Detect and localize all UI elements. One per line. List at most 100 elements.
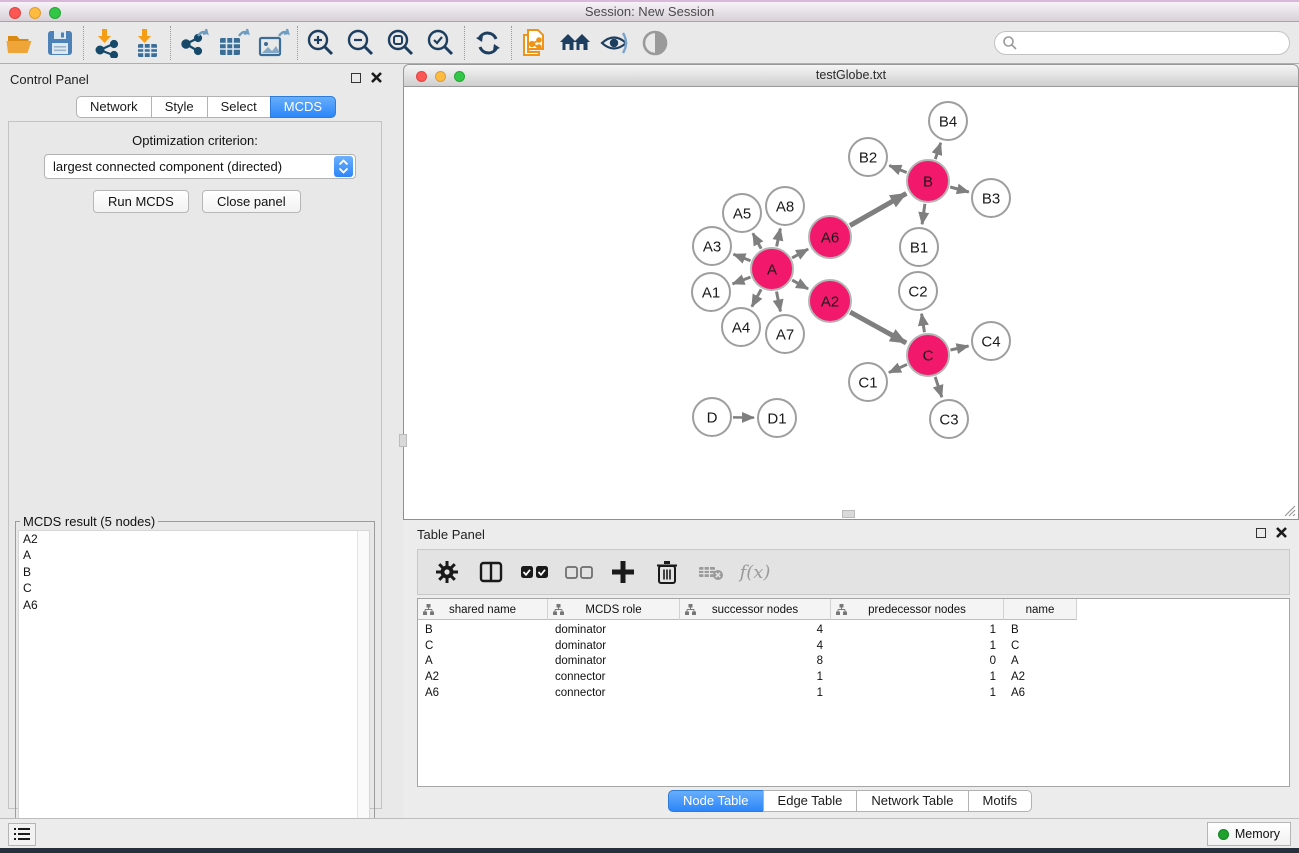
network-close-icon[interactable] [416,71,427,82]
node-table[interactable]: shared nameMCDS rolesuccessor nodesprede… [417,598,1290,787]
table-cell[interactable]: dominator [548,640,680,652]
tab-motifs[interactable]: Motifs [968,790,1033,812]
result-item[interactable]: A [19,548,369,565]
mcds-result-list[interactable]: A2ABCA6 [18,530,370,852]
table-cell[interactable]: A6 [1004,687,1077,699]
show-columns-button[interactable] [474,555,508,589]
resize-grip-icon[interactable] [1282,503,1296,517]
graph-edge-B-B1[interactable] [922,204,925,224]
task-history-button[interactable] [8,823,36,846]
table-cell[interactable]: A [418,655,548,667]
graph-edge-C-C2[interactable] [922,314,925,333]
float-panel-icon[interactable] [1256,528,1266,538]
graph-edge-A6-B[interactable] [850,193,906,225]
graph-edge-A-A3[interactable] [733,254,750,261]
graph-edge-A-A7[interactable] [777,292,781,312]
graph-edge-A-A5[interactable] [753,233,761,248]
table-cell[interactable]: 0 [831,655,1004,667]
table-row[interactable]: Bdominator41B [418,622,1289,638]
graph-edge-A-A6[interactable] [792,249,808,258]
result-item[interactable]: A6 [19,597,369,614]
network-graph[interactable]: B4B2BB3A8A5A6A3B1AC2A1A2A4A7C4CC1C3DD1 [404,87,1298,518]
table-cell[interactable]: 4 [680,624,831,636]
column-header-successor-nodes[interactable]: successor nodes [680,599,831,620]
result-item[interactable]: B [19,564,369,581]
memory-button[interactable]: Memory [1207,822,1291,846]
network-minimize-icon[interactable] [435,71,446,82]
import-network-button[interactable] [87,25,127,61]
graph-edge-A2-C[interactable] [850,312,906,343]
home-button[interactable] [555,25,595,61]
table-cell[interactable]: C [418,640,548,652]
zoom-selected-button[interactable] [421,25,461,61]
table-cell[interactable]: C [1004,640,1077,652]
graph-edge-A-A8[interactable] [777,229,781,247]
delete-table-button[interactable] [694,555,728,589]
close-panel-icon[interactable] [371,72,382,83]
maximize-window-icon[interactable] [49,7,61,19]
tab-node-table[interactable]: Node Table [668,790,764,812]
table-cell[interactable]: A2 [1004,671,1077,683]
graph-edge-C-C4[interactable] [950,346,968,350]
table-cell[interactable]: dominator [548,624,680,636]
clone-network-button[interactable] [515,25,555,61]
tab-network-table[interactable]: Network Table [856,790,968,812]
table-cell[interactable]: B [1004,624,1077,636]
table-cell[interactable]: 1 [831,671,1004,683]
import-table-button[interactable] [127,25,167,61]
table-cell[interactable]: 1 [831,640,1004,652]
refresh-view-button[interactable] [468,25,508,61]
table-cell[interactable]: dominator [548,655,680,667]
graph-edge-A-A2[interactable] [792,280,808,289]
table-options-button[interactable] [430,555,464,589]
network-maximize-icon[interactable] [454,71,465,82]
column-header-predecessor-nodes[interactable]: predecessor nodes [831,599,1004,620]
table-cell[interactable]: 1 [831,624,1004,636]
splitter-handle[interactable] [399,434,407,447]
column-header-shared-name[interactable]: shared name [418,599,548,620]
table-cell[interactable]: 1 [680,671,831,683]
table-row[interactable]: Cdominator41C [418,638,1289,654]
open-session-button[interactable] [0,25,40,61]
graph-edge-C-C1[interactable] [889,364,907,372]
table-row[interactable]: A6connector11A6 [418,685,1289,701]
hide-graphics-details-button[interactable] [595,25,635,61]
export-table-button[interactable] [214,25,254,61]
table-cell[interactable]: connector [548,671,680,683]
table-cell[interactable]: 1 [680,687,831,699]
splitter-handle[interactable] [842,510,855,518]
tab-mcds[interactable]: MCDS [270,96,336,118]
table-cell[interactable]: 1 [831,687,1004,699]
close-window-icon[interactable] [9,7,21,19]
optimization-criterion-select[interactable]: largest connected component (directed) [44,154,356,179]
zoom-fit-button[interactable] [381,25,421,61]
table-cell[interactable]: 8 [680,655,831,667]
graph-edge-B-B4[interactable] [935,143,940,159]
deselect-all-button[interactable] [562,555,596,589]
column-header-name[interactable]: name [1004,599,1077,620]
graph-edge-B-B2[interactable] [889,166,906,173]
result-item[interactable]: C [19,581,369,598]
table-cell[interactable]: 4 [680,640,831,652]
result-scrollbar[interactable] [357,531,369,851]
export-image-button[interactable] [254,25,294,61]
table-cell[interactable]: A6 [418,687,548,699]
table-cell[interactable]: A2 [418,671,548,683]
tab-network[interactable]: Network [76,96,152,118]
search-box[interactable] [994,31,1290,55]
result-item[interactable]: A2 [19,531,369,548]
zoom-in-button[interactable] [301,25,341,61]
float-panel-icon[interactable] [351,73,361,83]
table-row[interactable]: Adominator80A [418,654,1289,670]
table-cell[interactable]: connector [548,687,680,699]
minimize-window-icon[interactable] [29,7,41,19]
delete-column-button[interactable] [650,555,684,589]
close-panel-button[interactable]: Close panel [202,190,301,213]
close-panel-icon[interactable] [1276,527,1287,538]
tab-style[interactable]: Style [151,96,208,118]
table-cell[interactable]: A [1004,655,1077,667]
tab-select[interactable]: Select [207,96,271,118]
graph-edge-B-B3[interactable] [950,187,969,192]
function-builder-button[interactable]: f(x) [738,555,772,589]
zoom-out-button[interactable] [341,25,381,61]
